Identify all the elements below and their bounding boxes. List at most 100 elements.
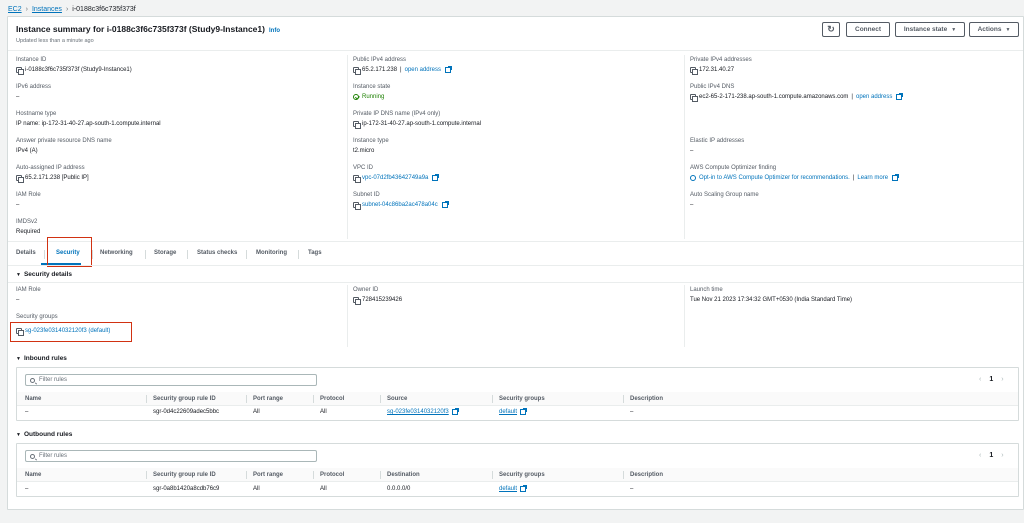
copy-icon[interactable]	[353, 121, 361, 129]
tab-storage[interactable]: Storage	[154, 250, 176, 260]
caret-down-icon: ▼	[16, 271, 21, 278]
outbound-row-destination: 0.0.0.0/0	[387, 486, 411, 492]
optimizer-value: Opt-in to AWS Compute Optimizer for reco…	[690, 174, 900, 181]
outbound-row-protocol: All	[320, 486, 327, 492]
optimizer-label: AWS Compute Optimizer finding	[690, 165, 777, 171]
connect-button[interactable]: Connect	[846, 22, 890, 37]
vpc-link[interactable]: vpc-07d2fb43642749a9a	[362, 175, 428, 181]
chevron-left-icon[interactable]: ‹	[979, 376, 981, 383]
private-dns-label: Private IP DNS name (IPv4 only)	[353, 111, 441, 117]
tab-separator	[92, 250, 93, 259]
column-separator	[380, 471, 381, 479]
outbound-row-rule-id: sgr-0a8b1420a8cdb76c9	[153, 486, 220, 492]
security-details-heading[interactable]: ▼ Security details	[16, 271, 72, 278]
instance-id-label: Instance ID	[16, 57, 47, 63]
ipv6-value: –	[16, 94, 20, 100]
info-link[interactable]: Info	[269, 28, 280, 34]
column-divider	[347, 285, 348, 347]
instance-type-label: Instance type	[353, 138, 389, 144]
search-icon	[30, 453, 35, 459]
copy-icon[interactable]	[353, 67, 361, 75]
col-rule-id[interactable]: Security group rule ID	[153, 472, 216, 478]
col-name[interactable]: Name	[25, 396, 41, 402]
outbound-filter-input[interactable]: Filter rules	[25, 450, 317, 462]
breadcrumb-instances[interactable]: Instances	[32, 6, 62, 13]
col-protocol[interactable]: Protocol	[320, 396, 344, 402]
auto-ip-label: Auto-assigned IP address	[16, 165, 85, 171]
col-destination[interactable]: Destination	[387, 472, 420, 478]
subnet-link[interactable]: subnet-04c86ba2ac478a04c	[362, 202, 438, 208]
optimizer-link[interactable]: Opt-in to AWS Compute Optimizer for reco…	[699, 175, 850, 181]
learn-more-link[interactable]: Learn more	[857, 175, 888, 181]
imds-value: Required	[16, 229, 41, 235]
section-divider	[8, 282, 1023, 283]
open-address-link[interactable]: open address	[405, 67, 441, 73]
col-description[interactable]: Description	[630, 472, 663, 478]
outbound-rules-heading[interactable]: ▼ Outbound rules	[16, 431, 72, 438]
copy-icon[interactable]	[16, 67, 24, 75]
row-divider	[17, 481, 1018, 482]
inbound-rules-heading[interactable]: ▼ Inbound rules	[16, 355, 67, 362]
column-separator	[492, 471, 493, 479]
copy-icon[interactable]	[353, 202, 361, 210]
asg-value: –	[690, 202, 694, 208]
copy-icon[interactable]	[353, 297, 361, 305]
col-rule-id[interactable]: Security group rule ID	[153, 396, 216, 402]
page-number[interactable]: 1	[989, 376, 993, 383]
inbound-row-name: –	[25, 409, 29, 415]
tab-status-checks[interactable]: Status checks	[197, 250, 237, 260]
chevron-right-icon[interactable]: ›	[1001, 376, 1003, 383]
tab-monitoring[interactable]: Monitoring	[256, 250, 287, 260]
copy-icon[interactable]	[353, 175, 361, 183]
external-link-icon	[896, 93, 904, 100]
copy-icon[interactable]	[690, 67, 698, 75]
public-ipv4-value: 65.2.171.238 | open address	[353, 66, 452, 75]
tab-details[interactable]: Details	[16, 250, 36, 260]
public-dns-value: ec2-65-2-171-238.ap-south-1.compute.amaz…	[690, 93, 904, 102]
breadcrumb-current: i-0188c3f6c735f373f	[72, 5, 136, 13]
page-title: Instance summary for i-0188c3f6c735f373f…	[16, 24, 280, 34]
tab-tags[interactable]: Tags	[308, 250, 322, 260]
source-sg-link[interactable]: sg-023fe0314032120f3	[387, 409, 449, 415]
outbound-pagination: ‹ 1 ›	[979, 452, 1004, 459]
outbound-row-name: –	[25, 486, 29, 492]
tab-networking[interactable]: Networking	[100, 250, 133, 260]
security-groups-label: Security groups	[16, 314, 58, 320]
col-name[interactable]: Name	[25, 472, 41, 478]
open-address-link[interactable]: open address	[856, 94, 892, 100]
caret-down-icon: ▼	[16, 431, 21, 438]
copy-icon[interactable]	[16, 175, 24, 183]
iam-role-value: –	[16, 202, 20, 208]
breadcrumb-ec2[interactable]: EC2	[8, 6, 22, 13]
page-number[interactable]: 1	[989, 452, 993, 459]
copy-icon[interactable]	[690, 94, 698, 102]
launch-time-value: Tue Nov 21 2023 17:34:32 GMT+0530 (India…	[690, 297, 853, 303]
tab-separator	[298, 250, 299, 259]
col-security-groups[interactable]: Security groups	[499, 396, 545, 402]
hostname-type-label: Hostname type	[16, 111, 57, 117]
highlight-box-security-group	[10, 322, 132, 342]
col-protocol[interactable]: Protocol	[320, 472, 344, 478]
info-icon	[690, 175, 696, 181]
chevron-left-icon[interactable]: ‹	[979, 452, 981, 459]
actions-button[interactable]: Actions ▼	[969, 22, 1019, 37]
chevron-right-icon[interactable]: ›	[1001, 452, 1003, 459]
inbound-filter-input[interactable]: Filter rules	[25, 374, 317, 386]
sec-iam-role-label: IAM Role	[16, 287, 41, 293]
instance-type-value: t2.micro	[353, 148, 375, 154]
instance-state-button[interactable]: Instance state ▼	[895, 22, 965, 37]
col-port-range[interactable]: Port range	[253, 396, 283, 402]
auto-ip-value: 65.2.171.238 [Public IP]	[16, 175, 89, 183]
column-separator	[246, 395, 247, 403]
elastic-ip-value: –	[690, 148, 694, 154]
breadcrumb: EC2 › Instances › i-0188c3f6c735f373f	[8, 3, 136, 15]
refresh-button[interactable]: ↻	[822, 22, 840, 37]
col-port-range[interactable]: Port range	[253, 472, 283, 478]
col-security-groups[interactable]: Security groups	[499, 472, 545, 478]
col-description[interactable]: Description	[630, 396, 663, 402]
instance-summary-panel	[7, 16, 1024, 510]
default-sg-link[interactable]: default	[499, 409, 517, 415]
default-sg-link[interactable]: default	[499, 486, 517, 492]
col-source[interactable]: Source	[387, 396, 407, 402]
asg-label: Auto Scaling Group name	[690, 192, 759, 198]
